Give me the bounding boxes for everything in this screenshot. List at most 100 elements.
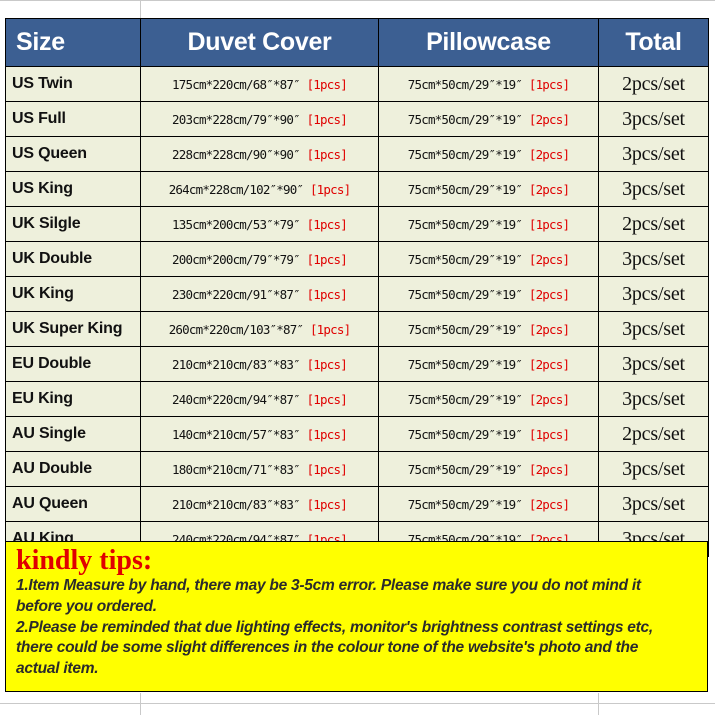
duvet-quantity: [1pcs] bbox=[309, 321, 351, 337]
cell-total: 3pcs/set bbox=[598, 171, 709, 207]
grid-line-row-bottom bbox=[0, 703, 715, 704]
cell-pillowcase: 75cm*50cm/29″*19″ [2pcs] bbox=[378, 486, 599, 522]
duvet-dimension: 210cm*210cm/83″*83″ bbox=[172, 496, 301, 512]
pillowcase-dimension: 75cm*50cm/29″*19″ bbox=[407, 251, 523, 267]
pillowcase-quantity: [1pcs] bbox=[528, 76, 570, 92]
cell-size: US Queen bbox=[5, 136, 141, 172]
cell-size: US King bbox=[5, 171, 141, 207]
cell-size: UK King bbox=[5, 276, 141, 312]
cell-size: AU Queen bbox=[5, 486, 141, 522]
duvet-quantity: [1pcs] bbox=[309, 181, 351, 197]
duvet-quantity: [1pcs] bbox=[306, 286, 348, 302]
duvet-dimension: 228cm*228cm/90″*90″ bbox=[172, 146, 301, 162]
duvet-quantity: [1pcs] bbox=[306, 461, 348, 477]
pillowcase-dimension: 75cm*50cm/29″*19″ bbox=[407, 286, 523, 302]
cell-total: 2pcs/set bbox=[598, 416, 709, 452]
kindly-tips-line: actual item. bbox=[16, 659, 99, 677]
kindly-tips-title: kindly tips: bbox=[16, 545, 153, 576]
cell-size: US Full bbox=[5, 101, 141, 137]
cell-total: 3pcs/set bbox=[598, 311, 709, 347]
column-header-duvet-cover: Duvet Cover bbox=[140, 18, 379, 67]
table-row: AU Double 180cm*210cm/71″*83″ [1pcs] 75cm*… bbox=[5, 451, 709, 487]
cell-duvet-cover: 264cm*228cm/102″*90″ [1pcs] bbox=[140, 171, 379, 207]
cell-total: 2pcs/set bbox=[598, 206, 709, 242]
cell-total: 3pcs/set bbox=[598, 101, 709, 137]
pillowcase-quantity: [2pcs] bbox=[528, 356, 570, 372]
pillowcase-dimension: 75cm*50cm/29″*19″ bbox=[407, 216, 523, 232]
cell-size: UK Double bbox=[5, 241, 141, 277]
cell-total: 3pcs/set bbox=[598, 451, 709, 487]
kindly-tips-line: there could be some slight differences i… bbox=[16, 639, 639, 657]
cell-pillowcase: 75cm*50cm/29″*19″ [2pcs] bbox=[378, 451, 599, 487]
cell-pillowcase: 75cm*50cm/29″*19″ [1pcs] bbox=[378, 206, 599, 242]
grid-line-row-top bbox=[0, 0, 715, 1]
duvet-dimension: 264cm*228cm/102″*90″ bbox=[168, 181, 304, 197]
duvet-dimension: 240cm*220cm/94″*87″ bbox=[172, 391, 301, 407]
pillowcase-quantity: [2pcs] bbox=[528, 461, 570, 477]
pillowcase-dimension: 75cm*50cm/29″*19″ bbox=[407, 496, 523, 512]
cell-duvet-cover: 240cm*220cm/94″*87″ [1pcs] bbox=[140, 381, 379, 417]
table-row: AU Queen 210cm*210cm/83″*83″ [1pcs] 75cm*5… bbox=[5, 486, 709, 522]
cell-duvet-cover: 200cm*200cm/79″*79″ [1pcs] bbox=[140, 241, 379, 277]
pillowcase-quantity: [2pcs] bbox=[528, 286, 570, 302]
table-row: UK King 230cm*220cm/91″*87″ [1pcs] 75cm*50… bbox=[5, 276, 709, 312]
duvet-dimension: 230cm*220cm/91″*87″ bbox=[172, 286, 301, 302]
spreadsheet-canvas: Size Duvet Cover Pillowcase Total US Twi… bbox=[0, 0, 715, 715]
cell-pillowcase: 75cm*50cm/29″*19″ [2pcs] bbox=[378, 241, 599, 277]
pillowcase-dimension: 75cm*50cm/29″*19″ bbox=[407, 461, 523, 477]
duvet-quantity: [1pcs] bbox=[306, 426, 348, 442]
cell-duvet-cover: 230cm*220cm/91″*87″ [1pcs] bbox=[140, 276, 379, 312]
duvet-quantity: [1pcs] bbox=[306, 251, 348, 267]
cell-duvet-cover: 180cm*210cm/71″*83″ [1pcs] bbox=[140, 451, 379, 487]
cell-pillowcase: 75cm*50cm/29″*19″ [2pcs] bbox=[378, 381, 599, 417]
table-row: US Full 203cm*228cm/79″*90″ [1pcs] 75cm*50… bbox=[5, 101, 709, 137]
pillowcase-dimension: 75cm*50cm/29″*19″ bbox=[407, 356, 523, 372]
pillowcase-quantity: [2pcs] bbox=[528, 181, 570, 197]
pillowcase-dimension: 75cm*50cm/29″*19″ bbox=[407, 111, 523, 127]
pillowcase-quantity: [2pcs] bbox=[528, 496, 570, 512]
duvet-dimension: 260cm*220cm/103″*87″ bbox=[168, 321, 304, 337]
column-header-total: Total bbox=[598, 18, 709, 67]
cell-size: EU King bbox=[5, 381, 141, 417]
cell-size: UK Silgle bbox=[5, 206, 141, 242]
kindly-tips-body: 1.Item Measure by hand, there may be 3-5… bbox=[14, 576, 699, 679]
duvet-quantity: [1pcs] bbox=[306, 146, 348, 162]
cell-duvet-cover: 203cm*228cm/79″*90″ [1pcs] bbox=[140, 101, 379, 137]
table-row: US King 264cm*228cm/102″*90″ [1pcs] 75cm*5… bbox=[5, 171, 709, 207]
duvet-dimension: 175cm*220cm/68″*87″ bbox=[172, 76, 301, 92]
duvet-dimension: 180cm*210cm/71″*83″ bbox=[172, 461, 301, 477]
cell-total: 3pcs/set bbox=[598, 136, 709, 172]
pillowcase-dimension: 75cm*50cm/29″*19″ bbox=[407, 391, 523, 407]
duvet-dimension: 203cm*228cm/79″*90″ bbox=[172, 111, 301, 127]
duvet-quantity: [1pcs] bbox=[306, 111, 348, 127]
cell-pillowcase: 75cm*50cm/29″*19″ [2pcs] bbox=[378, 346, 599, 382]
grid-line-column-c bbox=[598, 693, 599, 715]
pillowcase-dimension: 75cm*50cm/29″*19″ bbox=[407, 76, 523, 92]
table-row: EU King 240cm*220cm/94″*87″ [1pcs] 75cm*50… bbox=[5, 381, 709, 417]
cell-total: 3pcs/set bbox=[598, 276, 709, 312]
pillowcase-dimension: 75cm*50cm/29″*19″ bbox=[407, 181, 523, 197]
table-row: UK Double 200cm*200cm/79″*79″ [1pcs] 75cm*… bbox=[5, 241, 709, 277]
kindly-tips-line: 1.Item Measure by hand, there may be 3-5… bbox=[16, 577, 641, 595]
cell-pillowcase: 75cm*50cm/29″*19″ [2pcs] bbox=[378, 101, 599, 137]
pillowcase-quantity: [1pcs] bbox=[528, 216, 570, 232]
cell-size: UK Super King bbox=[5, 311, 141, 347]
cell-size: AU Single bbox=[5, 416, 141, 452]
duvet-dimension: 200cm*200cm/79″*79″ bbox=[172, 251, 301, 267]
column-header-size: Size bbox=[5, 18, 141, 67]
cell-pillowcase: 75cm*50cm/29″*19″ [2pcs] bbox=[378, 311, 599, 347]
duvet-dimension: 140cm*210cm/57″*83″ bbox=[172, 426, 301, 442]
duvet-dimension: 210cm*210cm/83″*83″ bbox=[172, 356, 301, 372]
cell-total: 3pcs/set bbox=[598, 346, 709, 382]
cell-total: 3pcs/set bbox=[598, 486, 709, 522]
cell-total: 3pcs/set bbox=[598, 381, 709, 417]
pillowcase-quantity: [2pcs] bbox=[528, 146, 570, 162]
table-row: US Queen 228cm*228cm/90″*90″ [1pcs] 75cm*5… bbox=[5, 136, 709, 172]
pillowcase-quantity: [2pcs] bbox=[528, 321, 570, 337]
cell-duvet-cover: 140cm*210cm/57″*83″ [1pcs] bbox=[140, 416, 379, 452]
pillowcase-quantity: [2pcs] bbox=[528, 251, 570, 267]
table-row: EU Double 210cm*210cm/83″*83″ [1pcs] 75cm*… bbox=[5, 346, 709, 382]
duvet-quantity: [1pcs] bbox=[306, 496, 348, 512]
cell-duvet-cover: 210cm*210cm/83″*83″ [1pcs] bbox=[140, 346, 379, 382]
pillowcase-dimension: 75cm*50cm/29″*19″ bbox=[407, 146, 523, 162]
